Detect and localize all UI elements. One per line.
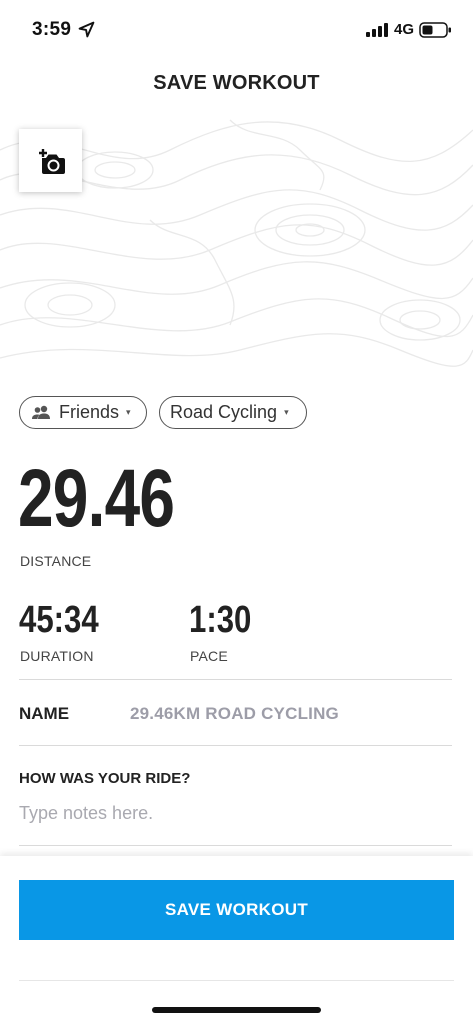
footer-divider — [19, 980, 454, 981]
duration-value: 45:34 — [19, 599, 99, 641]
network-type: 4G — [394, 21, 415, 38]
save-workout-button[interactable]: SAVE WORKOUT — [19, 880, 454, 940]
distance-label: DISTANCE — [20, 553, 92, 569]
add-photo-icon — [38, 148, 65, 174]
distance-value: 29.46 — [18, 453, 175, 544]
divider — [19, 679, 452, 680]
signal-icon — [366, 23, 388, 37]
notes-input[interactable] — [19, 798, 449, 828]
divider — [19, 745, 452, 746]
notes-label: HOW WAS YOUR RIDE? — [19, 770, 191, 787]
sport-type-label: Road Cycling — [170, 402, 278, 422]
chevron-down-icon: ▾ — [126, 407, 131, 417]
divider — [19, 845, 452, 846]
duration-label: DURATION — [20, 648, 94, 664]
pace-value: 1:30 — [189, 599, 252, 641]
pace-label: PACE — [190, 648, 228, 664]
home-indicator[interactable] — [152, 1007, 321, 1013]
people-icon — [32, 405, 50, 419]
chevron-down-icon: ▾ — [284, 407, 289, 417]
status-time: 3:59 — [32, 19, 72, 40]
location-arrow-icon — [78, 21, 95, 38]
name-label: NAME — [19, 704, 70, 723]
sport-type-selector[interactable]: Road Cycling ▾ — [159, 396, 307, 429]
privacy-selector[interactable]: Friends ▾ — [19, 396, 147, 429]
activity-name-field[interactable]: 29.46KM ROAD CYCLING — [130, 704, 339, 724]
add-photo-button[interactable] — [19, 129, 82, 192]
page-title: SAVE WORKOUT — [153, 72, 320, 94]
status-bar: 3:59 4G — [0, 0, 473, 56]
battery-icon — [419, 22, 451, 38]
privacy-label: Friends — [59, 402, 120, 422]
